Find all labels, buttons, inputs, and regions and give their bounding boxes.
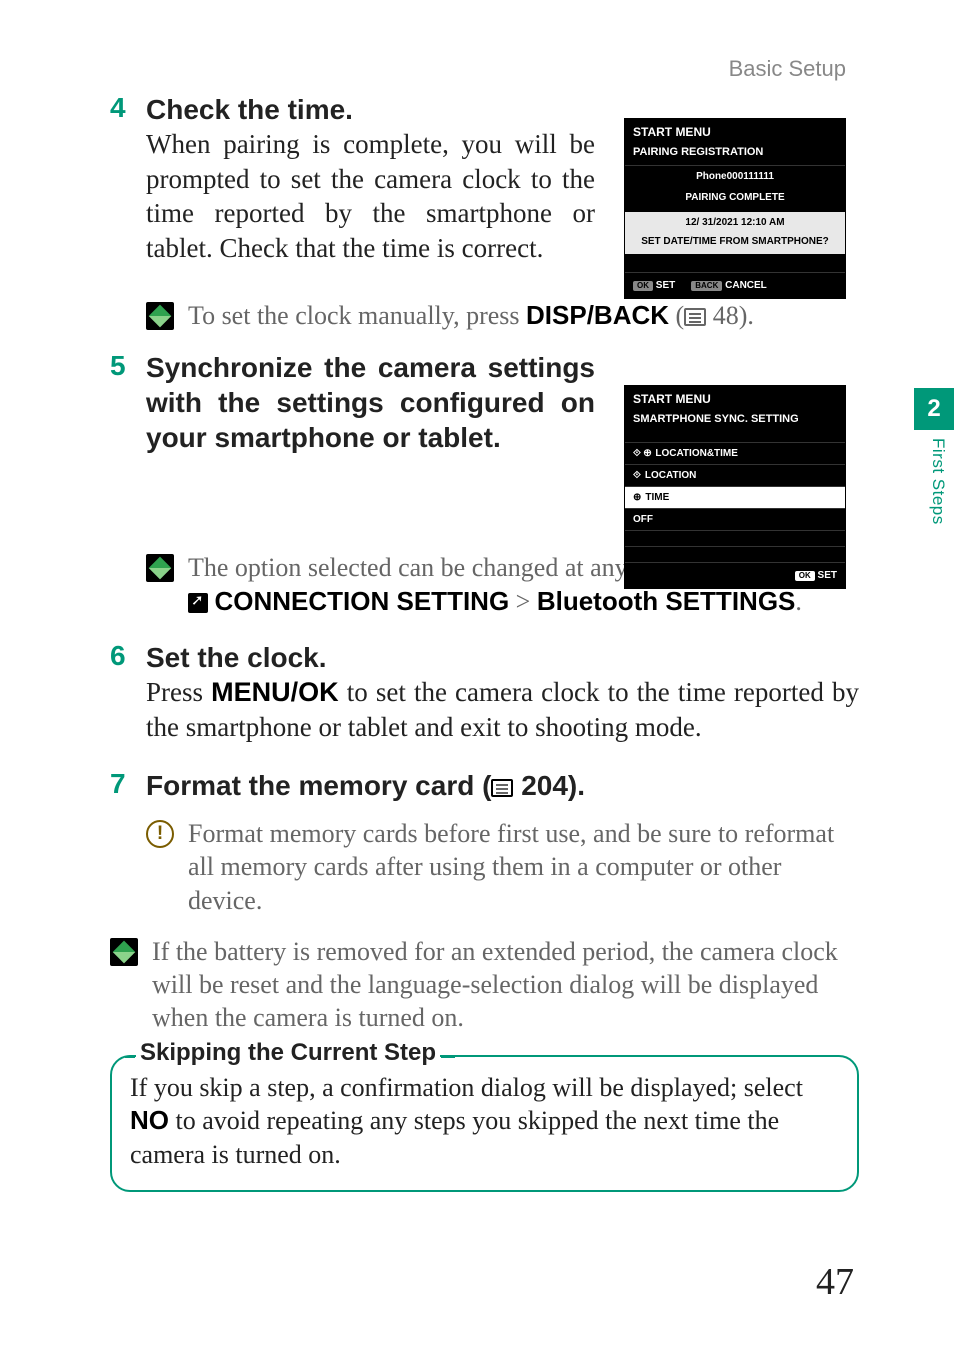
note5-bold2: Bluetooth SETTINGS bbox=[537, 586, 796, 616]
note4-page: 48). bbox=[706, 301, 754, 330]
ok-key: OK bbox=[633, 281, 653, 291]
step-number: 5 bbox=[110, 350, 146, 382]
note5-bold1: CONNECTION SETTING bbox=[215, 586, 510, 616]
note5-mid: > bbox=[509, 587, 537, 616]
tip-icon bbox=[146, 554, 174, 582]
skipping-step-box: Skipping the Current Step If you skip a … bbox=[110, 1055, 859, 1192]
note5-end: . bbox=[795, 587, 802, 616]
step-number: 4 bbox=[110, 92, 146, 124]
step-6-title: Set the clock. bbox=[146, 640, 859, 675]
box-text: If you skip a step, a confirmation dialo… bbox=[130, 1071, 839, 1172]
note7-text: Format memory cards before first use, an… bbox=[188, 817, 859, 917]
datetime-row: 12/ 31/2021 12:10 AM bbox=[625, 212, 845, 233]
step-6: 6 Set the clock. Press MENU/OK to set th… bbox=[110, 640, 859, 744]
cancel-label: CANCEL bbox=[725, 280, 767, 291]
section-header: Basic Setup bbox=[729, 56, 846, 82]
step-4-text: When pairing is complete, you will be pr… bbox=[146, 127, 595, 265]
screen-footer: OK SET bbox=[625, 562, 845, 588]
sync-option-1: ⟐ ⊕LOCATION&TIME bbox=[625, 442, 845, 464]
sync-option-2: ⟐LOCATION bbox=[625, 464, 845, 486]
step-6-text: Press MENU/OK to set the camera clock to… bbox=[146, 675, 859, 744]
pairing-status: PAIRING COMPLETE bbox=[625, 187, 845, 212]
caution-icon: ! bbox=[146, 820, 174, 848]
note4-suffix: ( bbox=[669, 301, 684, 330]
tip-icon bbox=[110, 938, 138, 966]
screen-subtitle: PAIRING REGISTRATION bbox=[625, 143, 845, 165]
note4-bold: DISP/BACK bbox=[526, 300, 669, 330]
camera-screen-sync: START MENU SMARTPHONE SYNC. SETTING ⟐ ⊕L… bbox=[624, 385, 846, 589]
step-number: 6 bbox=[110, 640, 146, 672]
screen-footer: OK SET BACK CANCEL bbox=[625, 272, 845, 298]
final-note-text: If the battery is removed for an extende… bbox=[152, 935, 859, 1035]
sync-option-3: ⊕TIME bbox=[625, 486, 845, 508]
step-5-title: Synchronize the camera settings with the… bbox=[146, 350, 595, 455]
manual-ref-icon bbox=[684, 308, 706, 326]
ok-key: OK bbox=[795, 571, 815, 581]
prompt-row: SET DATE/TIME FROM SMARTPHONE? bbox=[625, 233, 845, 254]
manual-ref-icon bbox=[491, 779, 513, 797]
manual-page: Basic Setup 2 First Steps 4 Check the ti… bbox=[0, 0, 954, 1346]
step-number: 7 bbox=[110, 768, 146, 800]
tip-icon bbox=[146, 302, 174, 330]
connection-icon bbox=[188, 593, 208, 613]
note-format-card: ! Format memory cards before first use, … bbox=[146, 817, 859, 917]
step-7: 7 Format the memory card ( 204). bbox=[110, 768, 859, 803]
note4-prefix: To set the clock manually, press bbox=[188, 301, 526, 330]
chapter-tab: 2 bbox=[914, 388, 954, 430]
camera-screen-pairing: START MENU PAIRING REGISTRATION Phone000… bbox=[624, 118, 846, 299]
screen-title: START MENU bbox=[625, 119, 845, 143]
device-name: Phone000111111 bbox=[625, 165, 845, 187]
set-label: SET bbox=[818, 570, 837, 581]
page-number: 47 bbox=[816, 1260, 854, 1304]
note-battery-removed: If the battery is removed for an extende… bbox=[110, 935, 859, 1035]
back-key: BACK bbox=[691, 281, 722, 291]
box-title: Skipping the Current Step bbox=[136, 1039, 440, 1067]
chapter-label: First Steps bbox=[928, 438, 948, 525]
note-manual-clock: To set the clock manually, press DISP/BA… bbox=[146, 299, 859, 332]
screen-title: START MENU bbox=[625, 386, 845, 410]
screen-subtitle: SMARTPHONE SYNC. SETTING bbox=[625, 410, 845, 432]
set-label: SET bbox=[656, 280, 675, 291]
step-7-title: Format the memory card ( 204). bbox=[146, 768, 859, 803]
sync-option-4: OFF bbox=[625, 508, 845, 530]
